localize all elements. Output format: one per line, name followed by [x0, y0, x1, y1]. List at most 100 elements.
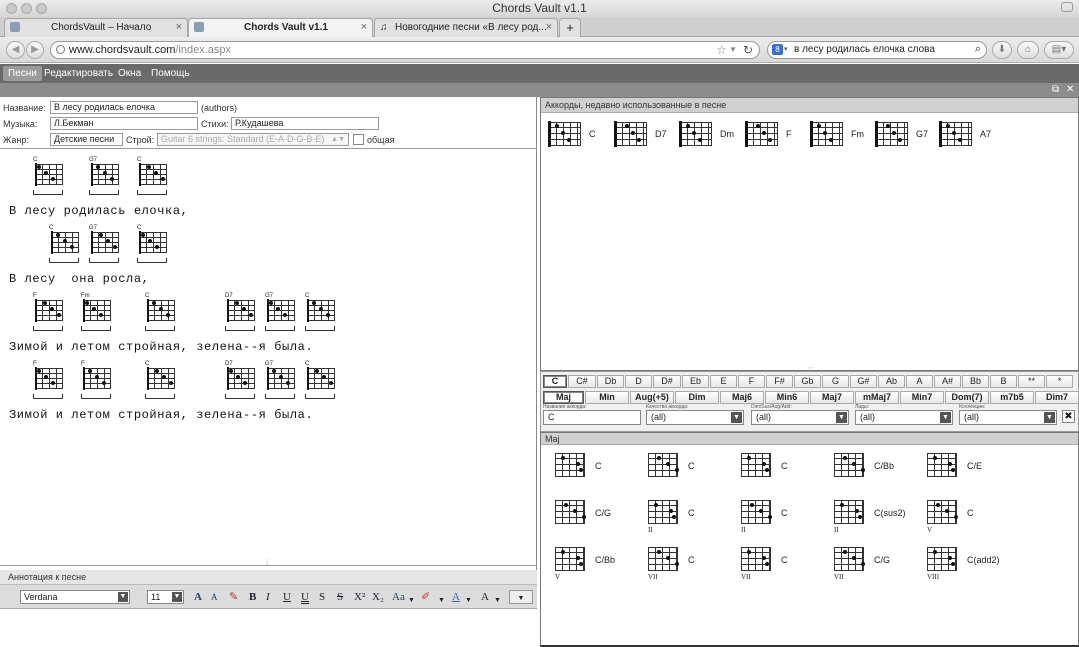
library-chord[interactable]: VII C [646, 545, 736, 585]
song-chord-diagram[interactable]: F [33, 293, 69, 333]
address-bar[interactable]: www.chordsvault.com/index.aspx ☆ ▼ ↻ [50, 41, 760, 59]
note-button[interactable]: G [822, 375, 849, 388]
fullscreen-icon[interactable] [1061, 2, 1073, 12]
filter-select[interactable]: (all) ▼ [959, 410, 1057, 425]
spellcheck-icon[interactable]: ✎ [229, 590, 238, 604]
library-chord[interactable]: II C [739, 498, 829, 538]
chord-type-button[interactable]: Dom(7) [945, 391, 989, 404]
font-family-select[interactable]: Verdana ▼ [20, 590, 130, 604]
authors-link[interactable]: (authors) [201, 103, 237, 113]
search-engine-dropdown-icon[interactable]: ▾ [784, 42, 788, 58]
menu-windows[interactable]: Окна [113, 66, 146, 81]
back-button[interactable]: ◀ [6, 41, 25, 59]
note-button[interactable]: Ab [878, 375, 905, 388]
note-button[interactable]: Gb [794, 375, 821, 388]
library-chord[interactable]: V C/Bb [553, 545, 643, 585]
chord-name-input[interactable]: C [543, 410, 641, 425]
close-tab-icon[interactable]: × [546, 19, 552, 36]
title-input[interactable]: В лесу родилась елочка [50, 101, 198, 114]
chord-type-button[interactable]: Aug(+5) [630, 391, 674, 404]
chord-type-button[interactable]: Maj [543, 391, 584, 404]
chord-type-button[interactable]: Min7 [900, 391, 944, 404]
library-chord[interactable]: C/G [553, 498, 643, 538]
note-button[interactable]: * [1046, 375, 1073, 388]
song-chord-diagram[interactable]: C [305, 293, 341, 333]
close-tab-icon[interactable]: × [361, 19, 367, 36]
note-button[interactable]: G# [850, 375, 877, 388]
double-strikethrough-button[interactable]: S [337, 590, 343, 604]
more-tools-button[interactable]: ▼ [509, 590, 533, 604]
search-icon[interactable]: ⌕ [975, 41, 981, 57]
song-sheet[interactable]: C G7 C В лесу родилась елочка, C G7 C В лесу он… [0, 148, 537, 566]
note-button[interactable]: Eb [682, 375, 709, 388]
note-button[interactable]: C# [568, 375, 596, 388]
library-chord[interactable]: VC [925, 498, 1015, 538]
filter-select[interactable]: (all) ▼ [646, 410, 744, 425]
song-chord-diagram[interactable]: G7 [89, 225, 125, 265]
clear-filter-icon[interactable]: ✖ [1062, 410, 1075, 423]
chord-type-button[interactable]: Min [585, 391, 629, 404]
annotation-editor[interactable] [0, 609, 537, 647]
bookmark-star-icon[interactable]: ☆ [716, 42, 727, 58]
highlight-color-icon[interactable]: ✐ [421, 590, 430, 604]
song-chord-diagram[interactable]: G7 [265, 361, 301, 401]
song-chord-diagram[interactable]: C [33, 157, 69, 197]
text-effects-button[interactable]: A [481, 590, 489, 604]
close-tab-icon[interactable]: × [176, 19, 182, 36]
note-button[interactable]: Db [597, 375, 624, 388]
font-size-select[interactable]: 11 ▼ [147, 590, 184, 604]
song-chord-diagram[interactable]: C [145, 293, 181, 333]
song-chord-diagram[interactable]: D7 [225, 293, 261, 333]
library-chord[interactable]: C [646, 451, 736, 491]
chord-type-button[interactable]: Dim7 [1035, 391, 1079, 404]
resize-grip-icon[interactable]: ⁞ [266, 560, 268, 567]
strikethrough-button[interactable]: S [319, 590, 325, 604]
font-color-button[interactable]: A [452, 590, 460, 604]
menu-songs[interactable]: Песни [3, 66, 42, 81]
subscript-button[interactable]: X₂ [372, 590, 384, 604]
font-color-dropdown-icon[interactable]: ▼ [465, 593, 472, 607]
library-chord[interactable]: C/E [925, 451, 1015, 491]
close-window-button[interactable] [6, 3, 17, 14]
genre-input[interactable]: Детские песни [50, 133, 123, 146]
library-chord[interactable]: VII C [739, 545, 829, 585]
search-engine-icon[interactable]: 8 [772, 44, 783, 55]
browser-tab-home[interactable]: ChordsVault – Начало × [4, 18, 188, 37]
song-chord-diagram[interactable]: C [137, 225, 173, 265]
note-button[interactable]: Bb [962, 375, 989, 388]
note-button[interactable]: B [990, 375, 1017, 388]
song-chord-diagram[interactable]: F [33, 361, 69, 401]
toolbar-menu-button[interactable]: ▤▾ [1044, 41, 1074, 59]
note-button[interactable]: F [738, 375, 765, 388]
restore-icon[interactable]: ⧉ [1052, 84, 1059, 96]
highlight-dropdown-icon[interactable]: ▼ [438, 593, 445, 607]
search-field[interactable]: 8 ▾ в лесу родилась елочка слова ⌕ [767, 41, 987, 59]
history-dropdown-icon[interactable]: ▼ [729, 42, 737, 58]
song-chord-diagram[interactable]: C [145, 361, 181, 401]
chord-type-button[interactable]: Dim [675, 391, 719, 404]
close-icon[interactable]: ✕ [1066, 84, 1074, 96]
song-chord-diagram[interactable]: C [49, 225, 85, 265]
library-chord[interactable]: C/Bb [832, 451, 922, 491]
filter-select[interactable]: (all) ▼ [855, 410, 953, 425]
home-button[interactable]: ⌂ [1017, 41, 1039, 59]
downloads-button[interactable]: ⬇ [992, 41, 1012, 59]
reload-icon[interactable]: ↻ [743, 42, 753, 58]
italic-button[interactable]: I [266, 590, 270, 604]
song-chord-diagram[interactable]: C [137, 157, 173, 197]
lyric-line[interactable]: В лесу родилась елочка, [9, 204, 188, 218]
library-chord[interactable]: II C [646, 498, 736, 538]
menu-edit[interactable]: Редактировать [39, 66, 118, 81]
library-chord[interactable]: C [553, 451, 643, 491]
shrink-font-button[interactable]: A [211, 590, 218, 604]
text-effects-dropdown-icon[interactable]: ▼ [494, 593, 501, 607]
note-button[interactable]: D# [653, 375, 681, 388]
note-button[interactable]: F# [766, 375, 793, 388]
chord-type-button[interactable]: m7b5 [990, 391, 1034, 404]
song-chord-diagram[interactable]: F [81, 361, 117, 401]
note-button[interactable]: A# [934, 375, 961, 388]
change-case-dropdown-icon[interactable]: ▼ [408, 593, 415, 607]
music-input[interactable]: Л.Бекман [50, 117, 198, 130]
song-chord-diagram[interactable]: Fm [81, 293, 117, 333]
library-chord[interactable]: VIII C(add2) [925, 545, 1015, 585]
